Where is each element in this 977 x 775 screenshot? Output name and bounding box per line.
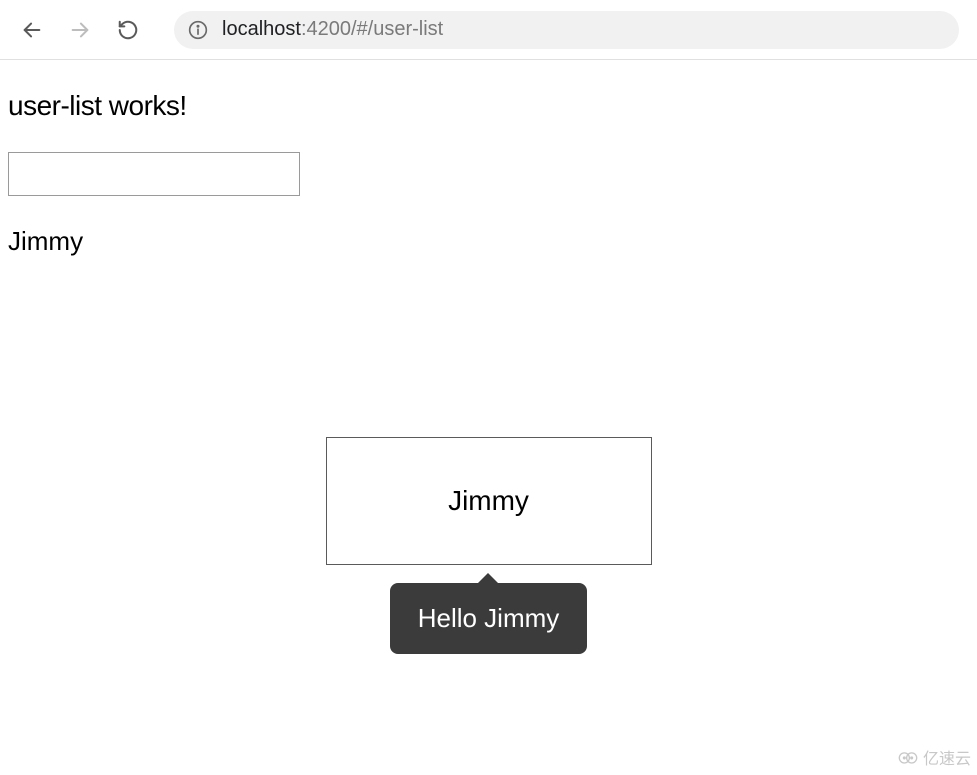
tooltip-text: Hello Jimmy <box>418 603 560 633</box>
reload-button[interactable] <box>114 16 142 44</box>
card-area: Jimmy Hello Jimmy <box>8 437 969 654</box>
watermark-text: 亿速云 <box>923 745 971 769</box>
browser-toolbar: localhost:4200/#/user-list <box>0 0 977 60</box>
address-bar[interactable]: localhost:4200/#/user-list <box>174 11 959 49</box>
tooltip: Hello Jimmy <box>390 583 588 654</box>
page-heading: user-list works! <box>8 90 969 122</box>
watermark: 亿速云 <box>897 745 971 769</box>
back-button[interactable] <box>18 16 46 44</box>
username-label: Jimmy <box>8 226 969 257</box>
forward-button[interactable] <box>66 16 94 44</box>
page-content: user-list works! Jimmy Jimmy Hello Jimmy <box>0 60 977 664</box>
tooltip-arrow-icon <box>476 573 500 585</box>
card-title: Jimmy <box>448 485 529 517</box>
user-card[interactable]: Jimmy <box>326 437 652 565</box>
url-path: :4200/#/user-list <box>301 18 443 41</box>
user-input[interactable] <box>8 152 300 196</box>
site-info-icon[interactable] <box>188 20 208 40</box>
url-host: localhost <box>222 18 301 41</box>
url-text: localhost:4200/#/user-list <box>222 18 443 41</box>
